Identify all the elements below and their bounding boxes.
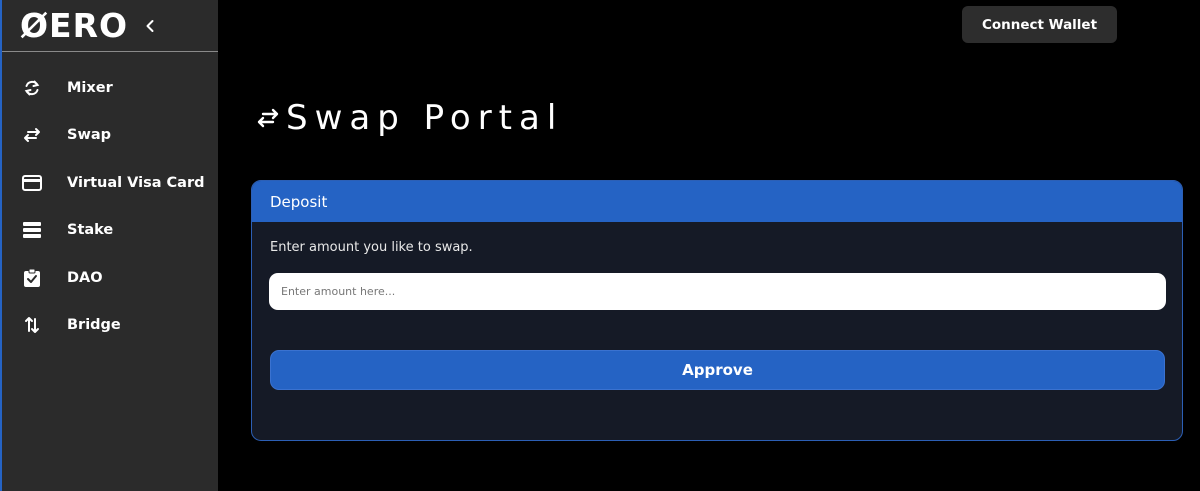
sidebar-item-label: DAO bbox=[67, 269, 103, 286]
sidebar: ØERO Mixer Swap Virtual Visa Card Stake … bbox=[0, 0, 218, 491]
deposit-card: Deposit Enter amount you like to swap. A… bbox=[251, 180, 1183, 441]
sidebar-item-bridge[interactable]: Bridge bbox=[2, 302, 218, 350]
connect-wallet-button[interactable]: Connect Wallet bbox=[962, 6, 1117, 43]
sidebar-item-label: Stake bbox=[67, 222, 114, 239]
sidebar-item-label: Mixer bbox=[67, 79, 113, 96]
sidebar-item-virtual-visa-card[interactable]: Virtual Visa Card bbox=[2, 159, 218, 207]
approve-button[interactable]: Approve bbox=[270, 350, 1165, 390]
swap-horizontal-icon bbox=[254, 104, 282, 132]
sidebar-item-mixer[interactable]: Mixer bbox=[2, 64, 218, 112]
stack-icon bbox=[21, 219, 43, 241]
swap-horizontal-icon bbox=[21, 124, 43, 146]
credit-card-icon bbox=[21, 172, 43, 194]
card-description: Enter amount you like to swap. bbox=[270, 240, 473, 255]
page-title: Swap Portal bbox=[286, 98, 564, 138]
sync-icon bbox=[21, 77, 43, 99]
brand-logo[interactable]: ØERO bbox=[20, 6, 128, 45]
page-heading: Swap Portal bbox=[254, 98, 563, 138]
card-header: Deposit bbox=[252, 181, 1182, 222]
sidebar-item-label: Virtual Visa Card bbox=[67, 174, 205, 191]
sidebar-item-swap[interactable]: Swap bbox=[2, 112, 218, 160]
swap-vertical-icon bbox=[21, 314, 43, 336]
amount-input[interactable] bbox=[269, 273, 1166, 310]
chevron-left-icon[interactable] bbox=[142, 18, 158, 34]
sidebar-item-stake[interactable]: Stake bbox=[2, 207, 218, 255]
clipboard-check-icon bbox=[21, 267, 43, 289]
sidebar-item-label: Swap bbox=[67, 127, 112, 144]
brand-header: ØERO bbox=[2, 0, 218, 52]
sidebar-item-dao[interactable]: DAO bbox=[2, 254, 218, 302]
sidebar-item-label: Bridge bbox=[67, 317, 121, 334]
sidebar-nav: Mixer Swap Virtual Visa Card Stake DAO B… bbox=[2, 52, 218, 349]
